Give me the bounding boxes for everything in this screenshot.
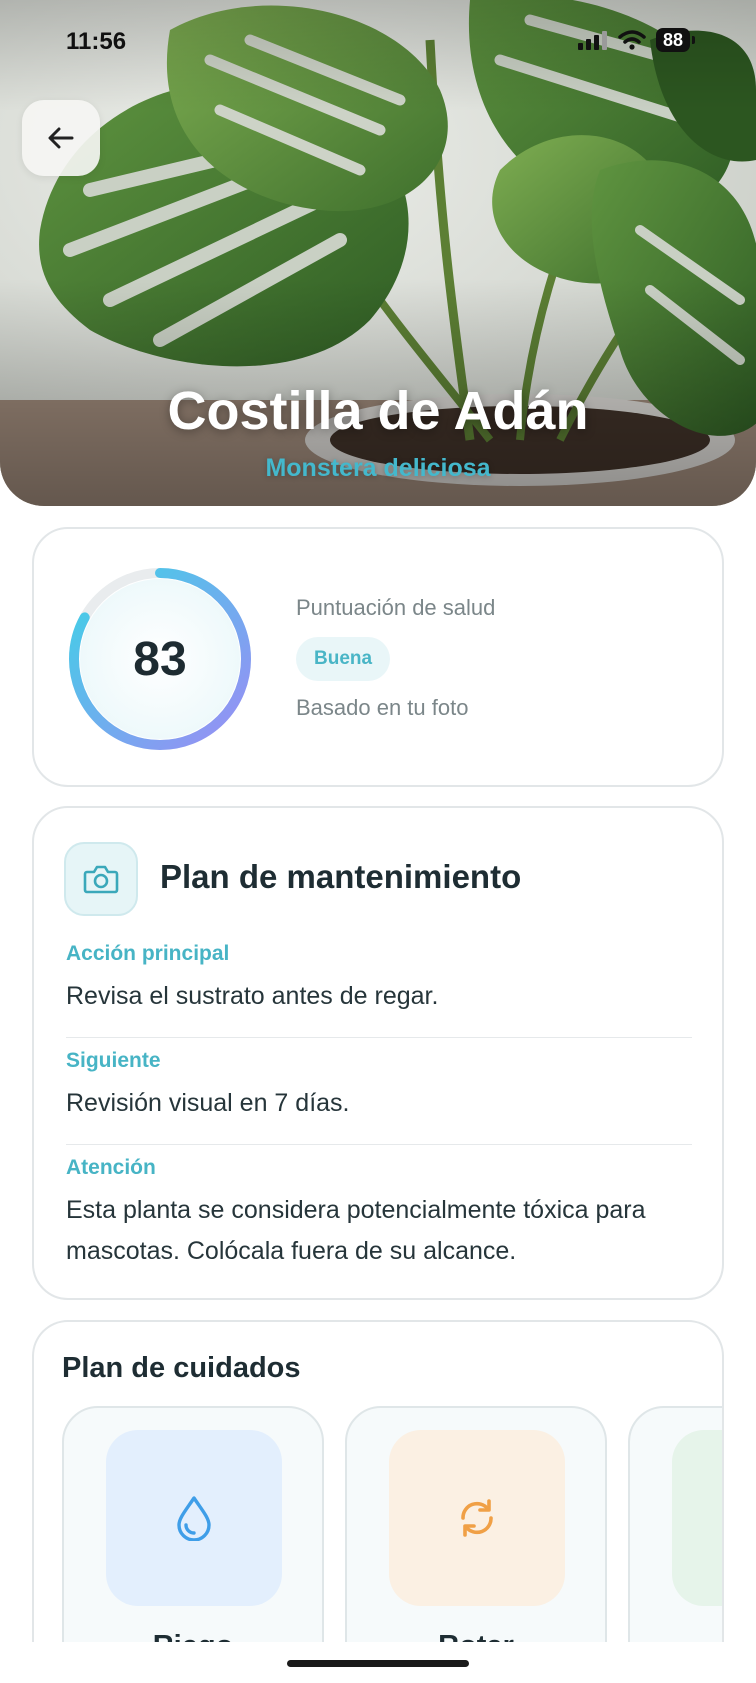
health-score-value: 83 bbox=[133, 632, 187, 686]
section-label: Atención bbox=[66, 1156, 156, 1179]
health-basis-text: Basado en tu foto bbox=[296, 695, 469, 720]
home-indicator[interactable] bbox=[287, 1660, 469, 1667]
maintenance-icon-container bbox=[64, 842, 138, 916]
wifi-icon bbox=[618, 30, 646, 50]
back-button[interactable] bbox=[22, 100, 100, 176]
health-score-label: Puntuación de salud bbox=[296, 595, 496, 620]
section-text: Revisión visual en 7 días. bbox=[66, 1089, 350, 1117]
signal-icon bbox=[577, 31, 607, 50]
divider bbox=[66, 1144, 692, 1145]
maintenance-plan-card: Plan de mantenimiento Acción principal R… bbox=[32, 806, 724, 1300]
camera-icon bbox=[83, 865, 119, 894]
health-score-ring: 83 bbox=[64, 563, 256, 755]
section-text: Esta planta se considera potencialmente … bbox=[66, 1196, 646, 1265]
arrow-left-icon bbox=[48, 127, 74, 149]
maintenance-section-attention: Atención Esta planta se considera potenc… bbox=[66, 1156, 692, 1272]
status-time: 11:56 bbox=[66, 28, 127, 55]
care-item-icon-bg bbox=[106, 1430, 282, 1606]
rotate-icon bbox=[461, 1499, 493, 1537]
maintenance-title: Plan de mantenimiento bbox=[160, 858, 522, 895]
care-plan-card: Plan de cuidados Riego Rotar Fe bbox=[32, 1320, 724, 1683]
water-drop-icon bbox=[177, 1496, 211, 1541]
plant-hero-image: 11:56 88 Costilla de Adán Monstera delic… bbox=[0, 0, 756, 506]
maintenance-section-next: Siguiente Revisión visual en 7 días. bbox=[66, 1049, 692, 1124]
section-label: Siguiente bbox=[66, 1049, 161, 1072]
plant-scientific-name: Monstera deliciosa bbox=[265, 454, 491, 482]
maintenance-section-main-action: Acción principal Revisa el sustrato ante… bbox=[66, 942, 692, 1017]
section-text: Revisa el sustrato antes de regar. bbox=[66, 982, 439, 1010]
status-icons: 88 bbox=[577, 28, 696, 52]
care-plan-title: Plan de cuidados bbox=[62, 1352, 301, 1384]
battery-indicator: 88 bbox=[655, 28, 696, 52]
section-label: Acción principal bbox=[66, 942, 230, 965]
care-item-icon-bg bbox=[389, 1430, 565, 1606]
health-status-badge: Buena bbox=[296, 637, 391, 681]
divider bbox=[66, 1037, 692, 1038]
care-item-icon-bg bbox=[672, 1430, 722, 1606]
health-score-card: 83 Puntuación de salud Buena Basado en t… bbox=[32, 527, 724, 787]
plant-common-name: Costilla de Adán bbox=[167, 381, 589, 441]
